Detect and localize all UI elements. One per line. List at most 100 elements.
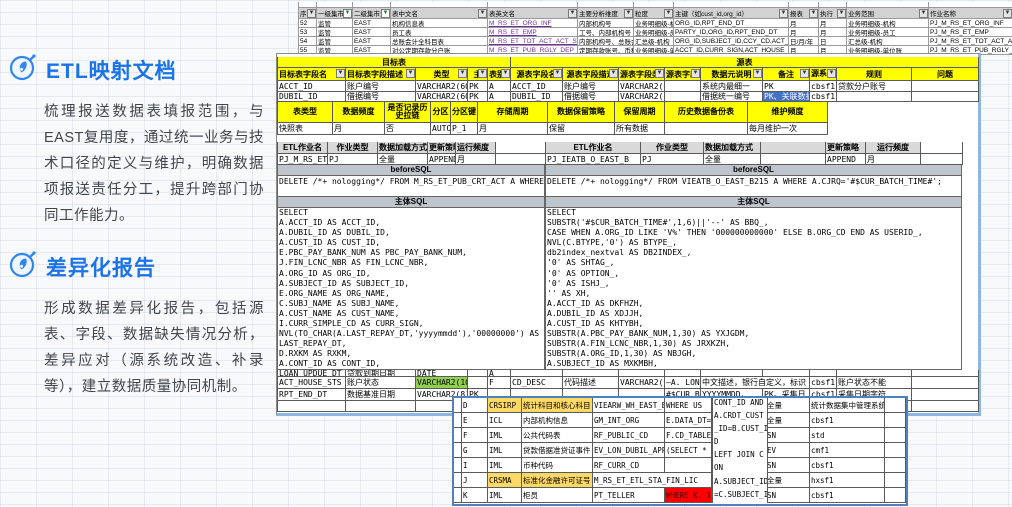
table-name-link[interactable]: M_RS_ET_ORG_INF: [488, 19, 578, 28]
main-sql-header: 主体SQL: [277, 197, 545, 208]
code-line: A.DUBIL_ID AS DUBIL_ID,: [278, 228, 544, 238]
cell: 借据编号: [346, 92, 416, 102]
cell: 标准化金融许可证号: [522, 473, 593, 488]
filter-dropdown-button[interactable]: ▼: [307, 9, 316, 18]
section-header: 差异化报告: [8, 249, 276, 284]
filter-dropdown-button[interactable]: ▼: [624, 9, 633, 18]
filter-dropdown-button[interactable]: ▼: [478, 69, 487, 78]
filter-dropdown-button[interactable]: ▼: [779, 9, 788, 18]
cell: DUBIL_ID: [278, 92, 346, 102]
cell: [665, 458, 712, 473]
cell: 全量: [704, 154, 761, 165]
cell: [885, 473, 906, 488]
cell: PARTY_ID,ORG_ID,RPT_END_DT: [674, 28, 789, 37]
filter-funnel-icon[interactable]: ▼: [343, 9, 352, 18]
header-cell: 目标表: [278, 57, 511, 68]
cell: E.DATA_DT=: [665, 413, 712, 428]
filter-dropdown-button[interactable]: ▼: [800, 69, 809, 78]
cell: [665, 370, 701, 377]
code-line: SELECT: [546, 208, 961, 218]
cell: [468, 377, 488, 389]
filter-dropdown-button[interactable]: ▼: [809, 9, 818, 18]
cell: 业务明细级-员工: [634, 28, 674, 37]
cell: RPT_END_DT: [278, 389, 346, 401]
cell: DATE: [416, 370, 468, 377]
cell: VARCHAR2(60): [619, 92, 665, 102]
cell: [885, 458, 906, 473]
source-table-row: DCRSIRP统计科目和核心科目VIEARW_WH_EAST_B2WHERE U…: [454, 398, 906, 413]
code-line: LAST_REPAY_DT,: [278, 339, 544, 349]
filter-funnel-icon[interactable]: ▼: [381, 9, 390, 18]
source-tables-window: DCRSIRP统计科目和核心科目VIEARW_WH_EAST_B2WHERE U…: [452, 396, 908, 506]
code-line: NVL(C.BTYPE,'0') AS BTYPE_,: [546, 238, 961, 248]
filter-dropdown-button[interactable]: ▼: [691, 69, 700, 78]
cell: [912, 401, 979, 412]
header-cell: 源表字段描述▼: [563, 68, 619, 81]
filter-dropdown-button[interactable]: ▼: [501, 69, 510, 78]
etl-row: PJ_M_RS_ET_PUPJ全量APPEND月: [278, 154, 546, 165]
before-sql-text: DELETE /*+ nologging*/ FROM M_RS_ET_PUB_…: [277, 176, 545, 197]
cell: 公共代码表: [522, 428, 593, 443]
table-name-link[interactable]: M_RS_ET_EMP: [488, 28, 578, 37]
etl-panel-right: ETL作业名作业类型数据加载方式更新策略运行频度PJ_IEATB_O_EAST_…: [545, 142, 978, 370]
background-spreadsheet: 序▼一级集市▼二级集市分类▼表中文名▼表英文名▼主要分析维度▼粒度▼主键（如cu…: [298, 2, 1012, 55]
cell: 贷款借据准贷证事件: [522, 443, 593, 458]
cell: AUTO: [431, 123, 451, 135]
code-line: CONT_ID AND: [713, 398, 767, 411]
filter-dropdown-button[interactable]: ▼: [827, 69, 836, 78]
code-line: SUBSTR(A.PBC_PAY_BANK_NUM,1,30) AS YXJGD…: [546, 329, 961, 339]
cell: 账户编号: [346, 81, 416, 92]
timer-icon: [8, 249, 38, 284]
cell: A: [488, 370, 511, 377]
cell: EAST: [353, 19, 391, 28]
join-condition-cell: CONT_ID ANDA.CRDT_CUST_ID=B.CUST_IDLEFT …: [712, 398, 768, 503]
filter-dropdown-button[interactable]: ▼: [919, 9, 928, 18]
header-cell: 数据频度: [333, 102, 385, 123]
cell: 统计科目和核心科目: [522, 398, 593, 413]
cell: 全量: [378, 154, 428, 165]
cell: 快照表: [278, 123, 333, 135]
cell: P_1: [451, 123, 478, 135]
code-line: ON: [713, 463, 767, 476]
code-line: CASE WHEN A.ORG_ID LIKE 'V%' THEN '00000…: [546, 228, 961, 238]
sheet-row: 53监管EAST员工表M_RS_ET_EMP工号、内部机构号业务明细级-员工PA…: [299, 28, 1012, 37]
cell: [701, 370, 763, 377]
column-header: 作业名称▼: [929, 8, 1012, 19]
filter-dropdown-button[interactable]: ▼: [655, 69, 664, 78]
filter-dropdown-button[interactable]: ▼: [1003, 9, 1012, 18]
cell: [921, 142, 963, 154]
cell: M_RS_ET_ETL_STA_FIN_LIC: [593, 473, 712, 488]
filter-dropdown-button[interactable]: ▼: [837, 9, 846, 18]
cell: 月: [456, 154, 496, 165]
cell: 全量: [766, 398, 810, 413]
cell: ICL: [488, 413, 522, 428]
column-header: 业务范围▼: [847, 8, 929, 19]
cell: EV: [766, 443, 810, 458]
filter-dropdown-button[interactable]: ▼: [568, 9, 577, 18]
field-mapping-table: 目标表源表目标表字段名▼目标表字段描述▼类型▼主▼表别▼源表字段名▼源表字段描述…: [277, 57, 979, 102]
cell: [619, 370, 665, 377]
filter-dropdown-button[interactable]: ▼: [336, 69, 345, 78]
filter-dropdown-button[interactable]: ▼: [664, 9, 673, 18]
filter-dropdown-button[interactable]: ▼: [609, 69, 618, 78]
filter-dropdown-button[interactable]: ▼: [553, 69, 562, 78]
table-name-link[interactable]: M_RS_ET_TOT_ACT_ACT_SBJ: [488, 37, 578, 46]
filter-dropdown-button[interactable]: ▼: [406, 69, 415, 78]
before-sql-text: DELETE /*+ nologging*/ FROM VIEATB_O_EAS…: [545, 176, 962, 197]
code-line: SUBSTR(A.ORG_ID,1,30) AS NBJGH,: [546, 349, 961, 359]
cell: 月: [866, 154, 921, 165]
cell: 业务明细级-员工: [847, 28, 929, 37]
cell: 汇总级-机构: [634, 37, 674, 46]
cell: 所有数据: [615, 123, 665, 135]
sheet-row: 52监管EAST机构信息表M_RS_ET_ORG_INF内部机构号业务明细级-机…: [299, 19, 1012, 28]
cell: CRSMA: [488, 473, 522, 488]
section-body: 梳理报送数据表填报范围，与EAST复用度，通过统一业务与技术口径的定义与维护，明…: [44, 99, 264, 229]
filter-dropdown-button[interactable]: ▼: [753, 69, 762, 78]
cell: 系统内最细一: [701, 81, 763, 92]
cell: 总账会计全科目表: [391, 37, 488, 46]
filter-dropdown-button[interactable]: ▼: [458, 69, 467, 78]
code-line: E.PBC_PAY_BANK_NUM AS PBC_PAY_BANK_NUM,: [278, 248, 544, 258]
cell: (SELECT * F: [665, 443, 712, 458]
etl-job-table: ETL作业名作业类型数据加载方式更新策略运行频度PJ_M_RS_ET_PUPJ全…: [277, 142, 546, 165]
filter-dropdown-button[interactable]: ▼: [478, 9, 487, 18]
